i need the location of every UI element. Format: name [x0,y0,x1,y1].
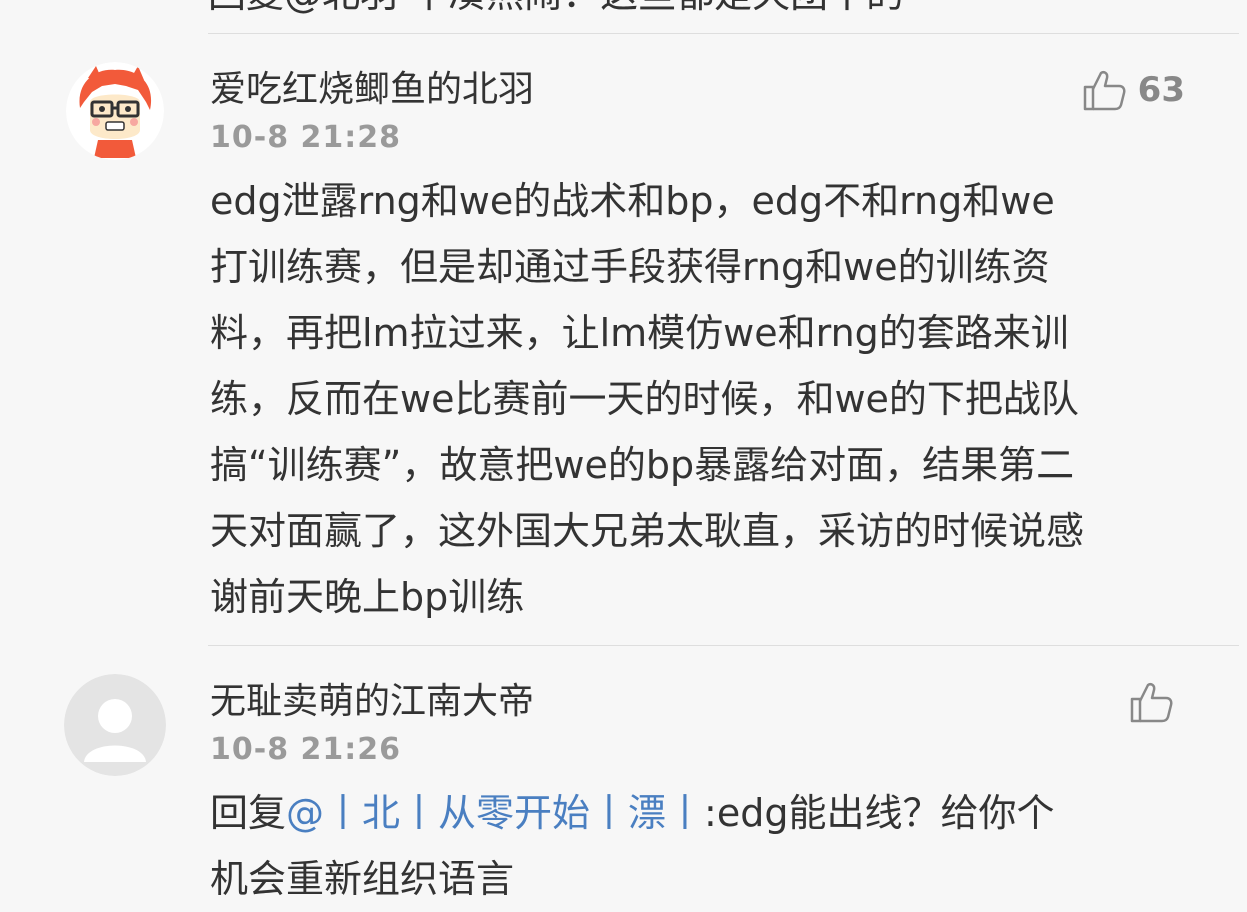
like-button[interactable]: 63 [1082,68,1185,112]
comment-line: 回复@丨北丨从零开始丨漂丨:edg能出线？给你个 [210,780,1185,846]
user-avatar[interactable] [64,674,166,776]
comment-username[interactable]: 无耻卖萌的江南大帝 [210,680,534,724]
thumbs-up-icon [1083,70,1126,111]
comment-line: 练，反而在we比赛前一天的时候，和we的下把战队 [210,377,1079,421]
user-avatar[interactable] [66,62,164,160]
mention-link[interactable]: @丨北丨从零开始丨漂丨 [286,791,704,835]
comment-line: 机会重新组织语言 [210,857,515,901]
like-button[interactable] [1129,680,1185,724]
cartoon-glasses-avatar-icon [66,62,164,160]
comment-line: 搞“训练赛”，故意把we的bp暴露给对面，结果第二 [210,443,1075,487]
reply-text: :edg能出线？给你个 [704,791,1055,835]
comment-line: 料，再把lm拉过来，让lm模仿we和rng的套路来训 [210,311,1069,355]
comment-body: 回复@丨北丨从零开始丨漂丨:edg能出线？给你个 机会重新组织语言 [210,780,1185,912]
default-user-avatar-icon [64,674,166,776]
previous-comment-partial-text: 回复@北羽 不凑热闹：这些都是天团干的 [208,0,1208,14]
thumbs-up-icon [1130,682,1173,723]
comment-line: 打训练赛，但是却通过手段获得rng和we的训练资 [210,245,1050,289]
comment-timestamp: 10-8 21:26 [210,732,402,767]
comment-timestamp: 10-8 21:28 [210,120,402,155]
comment-divider [208,33,1239,34]
reply-prefix: 回复 [210,791,287,835]
comment-line: edg泄露rng和we的战术和bp，edg不和rng和we [210,179,1055,223]
comment-body: edg泄露rng和we的战术和bp，edg不和rng和we 打训练赛，但是却通过… [210,168,1185,630]
like-count: 63 [1137,70,1185,110]
previous-comment-text: 回复@北羽 不凑热闹：这些都是天团干的 [208,0,904,14]
comment-line: 谢前天晚上bp训练 [210,575,525,619]
comment-line: 天对面赢了，这外国大兄弟太耿直，采访的时候说感 [210,509,1085,553]
comment-divider [208,645,1239,646]
comment-username[interactable]: 爱吃红烧鲫鱼的北羽 [210,68,534,112]
